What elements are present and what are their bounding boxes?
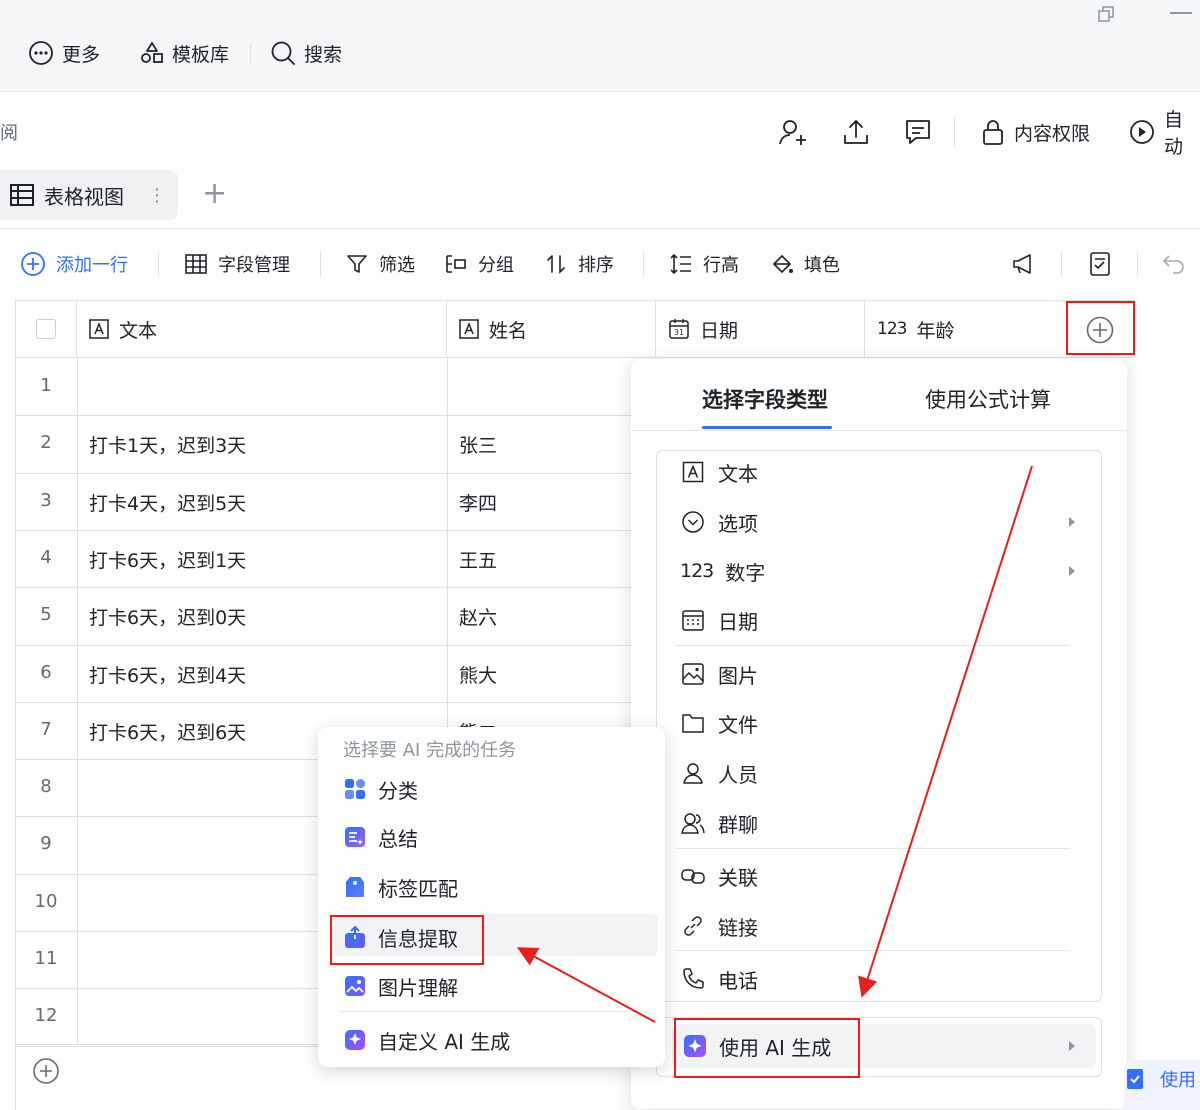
- annotation-arrows: [516, 465, 1033, 1023]
